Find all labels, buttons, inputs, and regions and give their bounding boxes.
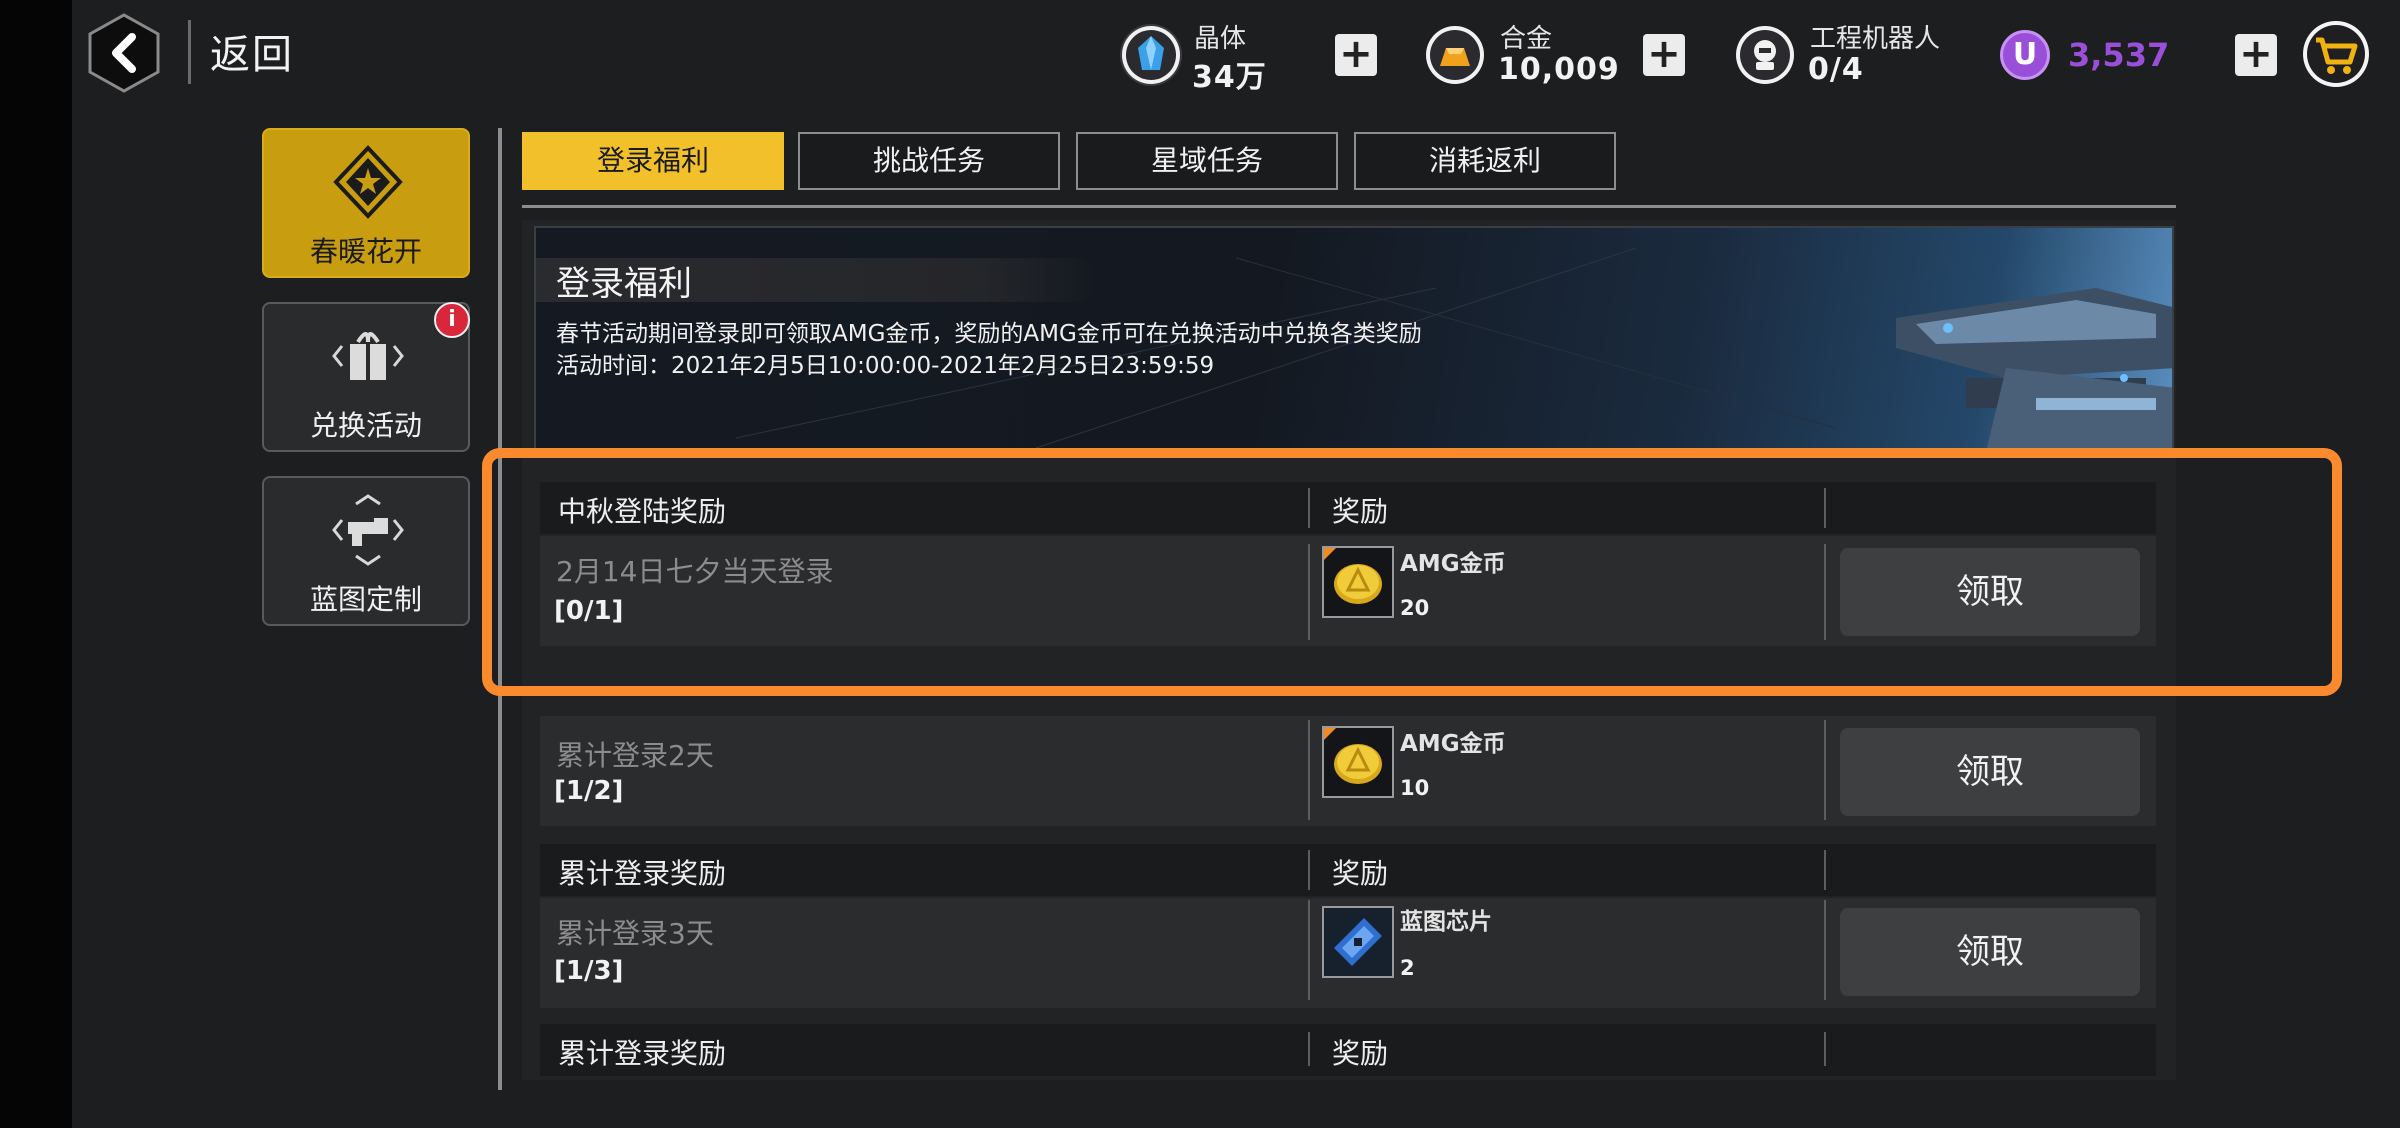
column-divider <box>1824 850 1826 890</box>
task-title: 累计登录3天 <box>556 917 714 950</box>
column-divider <box>1824 720 1826 820</box>
reward-column-title: 奖励 <box>1332 1037 1389 1070</box>
column-divider <box>1824 1032 1826 1066</box>
sidebar-item-blueprint[interactable]: 蓝图定制 <box>262 476 470 626</box>
task-progress: [1/3] <box>554 956 624 986</box>
crystal-plus-button[interactable]: + <box>1335 34 1377 76</box>
reward-column-title: 奖励 <box>1332 857 1389 890</box>
star-emblem-icon <box>333 145 403 219</box>
robot-value: 0/4 <box>1808 52 1864 87</box>
reward-item[interactable] <box>1322 726 1394 798</box>
sidebar-item-label: 兑换活动 <box>309 409 422 442</box>
event-time: 活动时间：2021年2月5日10:00:00-2021年2月25日23:59:5… <box>556 353 1215 379</box>
back-arrow-icon <box>88 13 160 93</box>
task-title: 累计登录2天 <box>556 739 714 772</box>
tab-spend-rebate[interactable]: 消耗返利 <box>1354 132 1616 190</box>
back-button[interactable] <box>84 11 164 95</box>
alloy-name: 合金 <box>1500 24 1553 54</box>
banner-title: 登录福利 <box>556 264 692 304</box>
blueprint-chip-icon <box>1324 908 1392 976</box>
section-title: 累计登录奖励 <box>558 857 727 890</box>
tab-galaxy-tasks[interactable]: 星域任务 <box>1076 132 1338 190</box>
tab-login-rewards[interactable]: 登录福利 <box>522 132 784 190</box>
alloy-value: 10,009 <box>1498 52 1620 87</box>
sidebar-item-label: 春暖花开 <box>309 235 422 268</box>
u-coin-icon: U <box>2000 30 2050 80</box>
currency-plus-button[interactable]: + <box>2235 34 2277 76</box>
reward-quantity: 2 <box>1400 956 1415 980</box>
crystal-icon <box>1120 24 1182 86</box>
column-divider <box>1308 720 1310 820</box>
gift-icon <box>332 332 404 380</box>
column-divider <box>1308 850 1310 890</box>
reward-quantity: 10 <box>1400 776 1430 800</box>
reward-name: 蓝图芯片 <box>1400 909 1492 935</box>
task-progress: [1/2] <box>554 776 624 806</box>
crystal-value: 34万 <box>1192 60 1267 95</box>
claim-button[interactable]: 领取 <box>1840 728 2140 816</box>
back-label[interactable]: 返回 <box>210 22 294 80</box>
alloy-icon <box>1424 24 1486 86</box>
tab-challenge-tasks[interactable]: 挑战任务 <box>798 132 1060 190</box>
column-divider <box>1308 1032 1310 1066</box>
robot-name: 工程机器人 <box>1810 24 1941 54</box>
gold-coin-icon <box>1324 728 1382 784</box>
shop-cart-button[interactable] <box>2300 18 2372 90</box>
section-title: 累计登录奖励 <box>558 1037 727 1070</box>
highlight-box <box>482 448 2342 696</box>
notification-badge: i <box>434 302 470 338</box>
reward-name: AMG金币 <box>1400 731 1506 757</box>
reward-item[interactable] <box>1322 906 1394 978</box>
cart-icon <box>2303 21 2369 87</box>
sidebar-item-label: 蓝图定制 <box>309 583 422 616</box>
banner-description: 春节活动期间登录即可领取AMG金币，奖励的AMG金币可在兑换活动中兑换各类奖励 <box>556 321 1422 347</box>
column-divider <box>1824 900 1826 1000</box>
currency-value: 3,537 <box>2068 36 2170 74</box>
claim-button[interactable]: 领取 <box>1840 908 2140 996</box>
crystal-name: 晶体 <box>1194 24 1247 54</box>
robot-icon <box>1734 24 1796 86</box>
column-divider <box>1308 900 1310 1000</box>
header-divider <box>188 20 191 84</box>
sidebar-item-spring[interactable]: 春暖花开 <box>262 128 470 278</box>
screen-edge <box>0 0 72 1128</box>
tab-underline <box>522 205 2176 208</box>
blueprint-gun-icon <box>332 494 404 566</box>
alloy-plus-button[interactable]: + <box>1643 34 1685 76</box>
